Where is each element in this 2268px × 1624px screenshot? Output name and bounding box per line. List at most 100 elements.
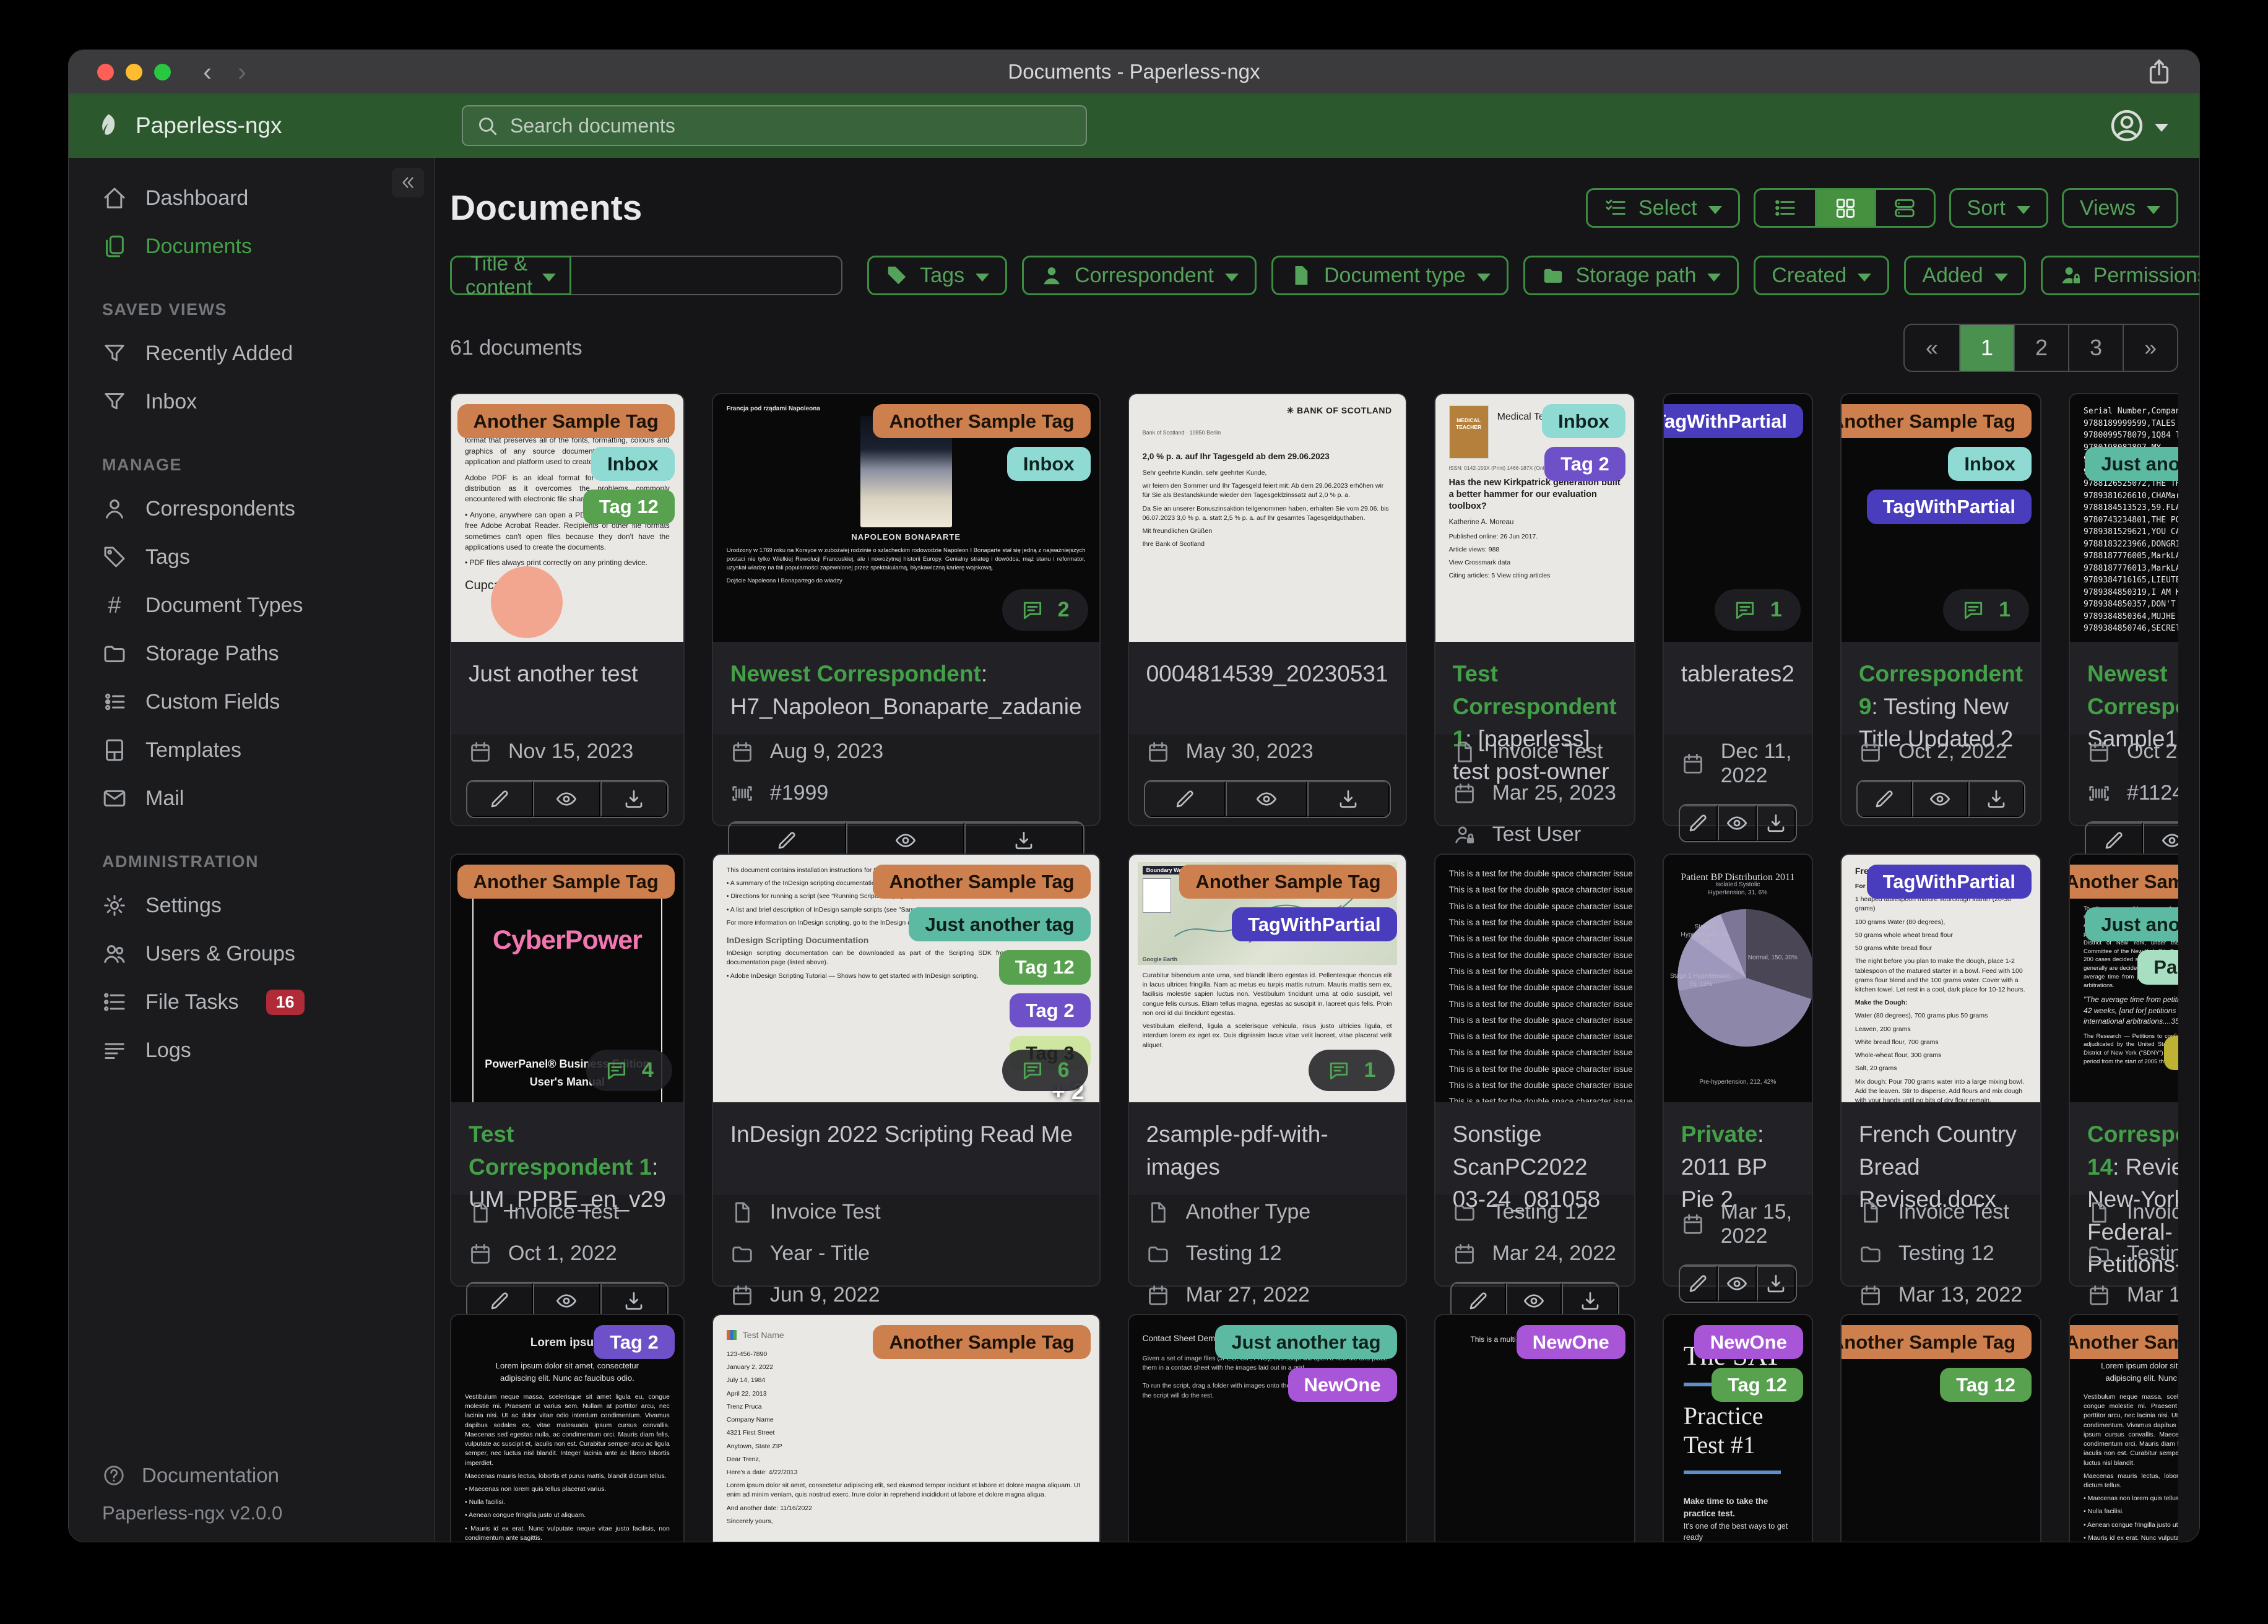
- tag-badge[interactable]: Another Sample Tag: [457, 865, 675, 899]
- app-logo[interactable]: Paperless-ngx: [69, 112, 282, 139]
- sidebar-item-file-tasks[interactable]: File Tasks 16: [69, 978, 434, 1026]
- page-2[interactable]: 2: [2014, 325, 2068, 371]
- title-content-filter-button[interactable]: Title & content: [450, 252, 572, 298]
- document-thumbnail[interactable]: The SATPractice Test #1Make time to take…: [1663, 1315, 1812, 1542]
- document-title[interactable]: 2sample-pdf-with-images: [1128, 1102, 1406, 1195]
- sidebar-item-recently-added[interactable]: Recently Added: [69, 329, 434, 378]
- edit-button[interactable]: [1679, 805, 1718, 841]
- preview-button[interactable]: [1717, 1266, 1757, 1302]
- back-button[interactable]: ‹: [203, 57, 212, 87]
- download-button[interactable]: [1756, 1266, 1796, 1302]
- zoom-window-button[interactable]: [154, 63, 171, 80]
- edit-button[interactable]: [1145, 781, 1226, 817]
- download-button[interactable]: [1756, 805, 1796, 841]
- comment-count-badge[interactable]: 6: [1002, 1050, 1088, 1091]
- download-button[interactable]: [600, 781, 667, 817]
- edit-button[interactable]: [1679, 1266, 1718, 1302]
- view-grid-button[interactable]: [1814, 190, 1874, 226]
- share-icon[interactable]: [2145, 58, 2173, 86]
- tag-badge[interactable]: Another Sample Tag: [1841, 404, 2032, 439]
- sidebar-item-tags[interactable]: Tags: [69, 533, 434, 581]
- comment-count-badge[interactable]: 2: [1002, 589, 1088, 631]
- document-thumbnail[interactable]: Test Name 123-456-7890 January 2, 2022 July…: [712, 1315, 1099, 1542]
- tag-badge[interactable]: Another Sample Tag: [1179, 865, 1397, 899]
- document-title[interactable]: InDesign 2022 Scripting Read Me: [712, 1102, 1099, 1195]
- sidebar-item-dashboard[interactable]: Dashboard: [69, 174, 434, 222]
- document-thumbnail[interactable]: Contact Sheet Demo Given a set of image f…: [1128, 1315, 1406, 1542]
- document-title[interactable]: Test Correspondent 1: [paperless] test p…: [1435, 642, 1634, 784]
- tag-badge[interactable]: Tag 12: [1940, 1368, 2032, 1402]
- filter-document-type-button[interactable]: Document type: [1271, 256, 1508, 295]
- views-button[interactable]: Views: [2061, 188, 2178, 228]
- sidebar-item-document-types[interactable]: # Document Types: [69, 581, 434, 629]
- document-thumbnail[interactable]: French Country BreadFor the Leaven1 heap…: [1841, 855, 2041, 1102]
- tag-badge[interactable]: Tag 2: [1544, 447, 1625, 482]
- document-title[interactable]: Test Correspondent 1: UM_PPBE_en_v29: [451, 1102, 683, 1212]
- comment-count-badge[interactable]: 1: [1308, 1050, 1395, 1091]
- preview-button[interactable]: [533, 781, 600, 817]
- sidebar-item-correspondents[interactable]: Correspondents: [69, 485, 434, 533]
- page-last[interactable]: »: [2123, 325, 2177, 371]
- filter-permissions-button[interactable]: Permissions: [2040, 256, 2199, 295]
- tag-badge[interactable]: Inbox: [1006, 447, 1091, 482]
- tag-badge[interactable]: Tag 12: [998, 950, 1091, 985]
- tag-badge[interactable]: NewOne: [1288, 1368, 1397, 1402]
- page-first[interactable]: «: [1905, 325, 1959, 371]
- document-thumbnail[interactable]: This document contains installation inst…: [712, 855, 1099, 1102]
- collapse-sidebar-button[interactable]: [392, 168, 424, 197]
- select-button[interactable]: Select: [1586, 188, 1740, 228]
- document-thumbnail[interactable]: Francja pod rządami Napoleona NAPOLEON BO…: [712, 394, 1099, 642]
- tag-badge[interactable]: Inbox: [1542, 404, 1625, 439]
- tag-badge[interactable]: Partial Tag: [2137, 950, 2178, 985]
- title-content-input[interactable]: [571, 256, 843, 295]
- document-title[interactable]: Newest Correspondent: H7_Napoleon_Bonapa…: [712, 642, 1099, 735]
- tag-badge[interactable]: Another Sample Tag: [873, 404, 1091, 439]
- tag-badge[interactable]: Tag 2: [594, 1325, 675, 1360]
- sidebar-item-settings[interactable]: Settings: [69, 881, 434, 930]
- comment-count-badge[interactable]: 1: [1714, 589, 1801, 631]
- tag-badge[interactable]: TagWithPartial: [1663, 404, 1803, 439]
- search-input[interactable]: [510, 114, 1073, 137]
- minimize-window-button[interactable]: [126, 63, 142, 80]
- tag-badge[interactable]: TagWithPartial: [1866, 865, 2032, 899]
- document-thumbnail[interactable]: MEDICAL TEACHER Medical Teacher ISSN: 0142…: [1435, 394, 1634, 642]
- sidebar-item-users-groups[interactable]: Users & Groups: [69, 930, 434, 978]
- document-thumbnail[interactable]: CyberPower PowerPanel® Business Edition Us…: [451, 855, 683, 1102]
- document-title[interactable]: Correspondent 14: Review-of-New-York-Fed…: [2070, 1102, 2178, 1277]
- tag-badge[interactable]: TagWithPartial: [1866, 490, 2032, 524]
- filter-added-button[interactable]: Added: [1904, 256, 2026, 295]
- document-thumbnail[interactable]: Lorem ipsumLorem ipsum dolor sit amet, c…: [451, 1315, 683, 1542]
- document-title[interactable]: French Country Bread Revised.docx: [1841, 1102, 2041, 1212]
- tag-badge[interactable]: NewOne: [1516, 1325, 1625, 1360]
- document-thumbnail[interactable]: This is a multi page document. Page 1.Ne…: [1435, 1315, 1634, 1542]
- document-title[interactable]: Correspondent 9: Testing New Title Updat…: [1841, 642, 2041, 751]
- view-detail-button[interactable]: [1874, 190, 1934, 226]
- tag-badge[interactable]: Tag 12: [582, 490, 675, 524]
- tag-badge[interactable]: TagWithPartial: [1232, 907, 1397, 942]
- tag-badge[interactable]: Just another tag: [909, 907, 1091, 942]
- sidebar-item-mail[interactable]: Mail: [69, 774, 434, 823]
- tag-badge[interactable]: Tag 2: [1009, 993, 1091, 1027]
- tag-badge[interactable]: Just another tag: [2085, 447, 2178, 482]
- comment-count-badge[interactable]: 4: [586, 1050, 672, 1091]
- view-list-button[interactable]: [1755, 190, 1815, 226]
- document-thumbnail[interactable]: one,1.0 five,5.0Another Sample TagInboxT…: [1841, 394, 2041, 642]
- download-button[interactable]: [1968, 781, 2024, 817]
- sidebar-item-inbox[interactable]: Inbox: [69, 378, 434, 426]
- tag-badge[interactable]: Inbox: [591, 447, 675, 482]
- filter-storage-path-button[interactable]: Storage path: [1523, 256, 1739, 295]
- tag-badge[interactable]: Just another tag: [2085, 907, 2178, 942]
- document-thumbnail[interactable]: Serial Number,Company Name,Employe… 9788…: [2070, 394, 2178, 642]
- sidebar-item-custom-fields[interactable]: Custom Fields: [69, 678, 434, 726]
- edit-button[interactable]: [467, 781, 534, 817]
- edit-button[interactable]: [1857, 781, 1913, 817]
- sidebar-item-storage-paths[interactable]: Storage Paths: [69, 629, 434, 678]
- document-thumbnail[interactable]: This is a test for the double space char…: [1435, 855, 1634, 1102]
- download-button[interactable]: [1307, 781, 1390, 817]
- tag-badge[interactable]: Another Sample Tag: [2070, 865, 2178, 899]
- sidebar-item-documents[interactable]: Documents: [69, 222, 434, 270]
- close-window-button[interactable]: [97, 63, 114, 80]
- tag-badge[interactable]: Just another tag: [1215, 1325, 1397, 1360]
- preview-button[interactable]: [1717, 805, 1757, 841]
- preview-button[interactable]: [1912, 781, 1968, 817]
